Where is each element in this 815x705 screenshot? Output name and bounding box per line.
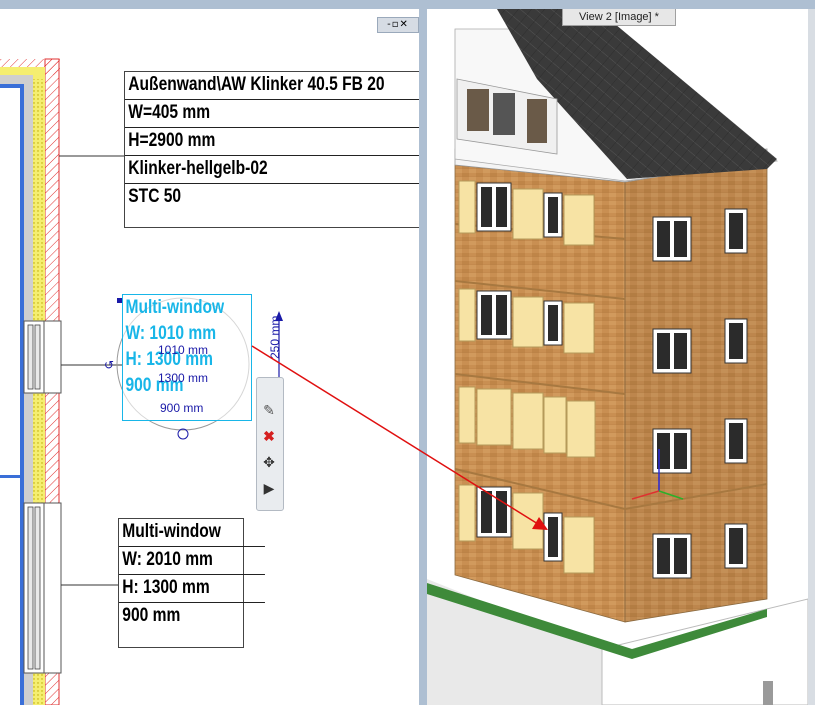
move-icon[interactable]: ✥ (258, 451, 280, 473)
3d-building-render (427, 9, 808, 705)
selected-label-row: Multi-window (125, 297, 225, 318)
view-splitter[interactable] (419, 0, 427, 705)
window-opening-1 (23, 320, 45, 394)
height-dimension[interactable]: 1300 mm (158, 371, 208, 385)
window-opening-2 (23, 502, 45, 674)
3d-view-pane[interactable]: View 2 [Image] * (427, 9, 808, 705)
wall-label-row: STC 50 (128, 186, 182, 207)
wall-label-row: H=2900 mm (125, 128, 419, 156)
wall-label-row: Außenwand\AW Klinker 40.5 FB 20 (125, 72, 419, 100)
window-label-row: H: 1300 mm (119, 575, 265, 603)
sill-dimension[interactable]: 900 mm (160, 401, 203, 415)
window-label-row: W: 2010 mm (119, 547, 265, 575)
inner-wall-line (20, 84, 24, 705)
width-dimension[interactable]: 1010 mm (158, 343, 208, 357)
top-frame-bar (0, 0, 815, 9)
svg-text:↺: ↺ (104, 358, 114, 372)
vertical-dimension[interactable]: 250 mm (268, 316, 282, 359)
window-controls[interactable]: -▫✕ (377, 17, 419, 33)
view2-tab-title[interactable]: View 2 [Image] * (562, 9, 676, 26)
right-frame-edge (808, 9, 815, 705)
plan-view-pane[interactable]: ↺ Außenwand\AW Klinker 40.5 FB 20 W=405 … (0, 9, 419, 705)
window-label-box[interactable]: Multi-window W: 2010 mm H: 1300 mm 900 m… (118, 518, 265, 648)
delete-icon[interactable]: ✖ (258, 425, 280, 447)
pencil-icon[interactable]: ✎ (258, 399, 280, 421)
wall-label-box[interactable]: Außenwand\AW Klinker 40.5 FB 20 W=405 mm… (124, 71, 419, 228)
window-label-row: Multi-window (119, 519, 265, 547)
play-icon[interactable]: ▶ (258, 477, 280, 499)
wall-label-row: W=405 mm (125, 100, 419, 128)
window-label-row: 900 mm (122, 605, 181, 626)
wall-label-row: Klinker-hellgelb-02 (125, 156, 419, 184)
